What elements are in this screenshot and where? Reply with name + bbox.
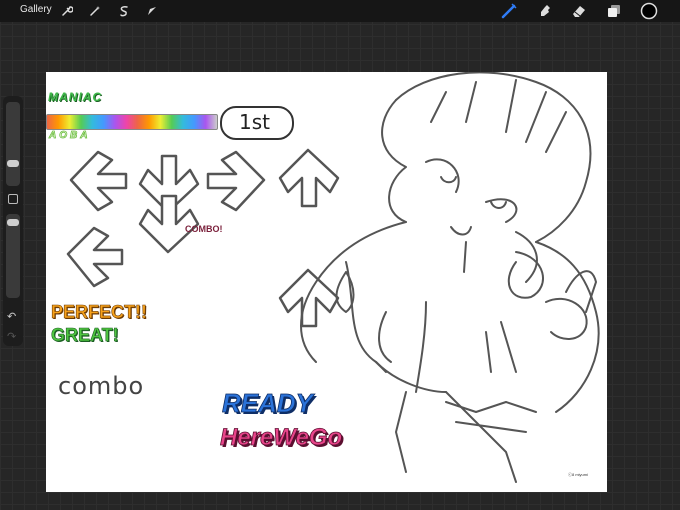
- brush-size-slider[interactable]: [6, 102, 20, 186]
- opacity-slider-thumb[interactable]: [7, 219, 19, 226]
- up-arrow-icon: [278, 148, 340, 208]
- ready-label: READY: [222, 388, 314, 419]
- left-arrow-icon: [69, 150, 128, 212]
- eraser-icon[interactable]: [570, 2, 588, 20]
- left-sidebar: ↶ ↷: [3, 96, 23, 346]
- transform-arrow-icon[interactable]: [143, 2, 161, 20]
- brush-size-slider-thumb[interactable]: [7, 160, 19, 167]
- opacity-slider[interactable]: [6, 214, 20, 298]
- eyedropper-button[interactable]: [8, 194, 18, 204]
- magic-wand-icon[interactable]: [86, 2, 104, 20]
- color-swatch-icon[interactable]: [640, 2, 658, 20]
- top-toolbar: Gallery: [0, 0, 680, 22]
- layers-icon[interactable]: [605, 2, 623, 20]
- redo-icon[interactable]: ↷: [7, 330, 16, 343]
- wrench-icon[interactable]: [58, 2, 76, 20]
- undo-icon[interactable]: ↶: [7, 310, 16, 323]
- brush-icon[interactable]: [500, 2, 518, 20]
- great-judge-label: GREAT!: [51, 325, 119, 346]
- right-arrow-icon: [206, 150, 266, 212]
- left-arrow-icon: [66, 226, 124, 288]
- combo-popup-label: COMBO!: [185, 224, 223, 234]
- character-sketch: [300, 72, 600, 483]
- combo-handwritten-label: combo: [58, 372, 145, 400]
- signature-label: ⓒ8 miyumi: [568, 472, 589, 477]
- smudge-icon[interactable]: [536, 2, 554, 20]
- up-arrow-icon: [278, 268, 340, 328]
- gallery-button[interactable]: Gallery: [20, 4, 52, 15]
- perfect-judge-label: PERFECT!!: [51, 302, 148, 323]
- here-we-go-label: HereWeGo: [220, 424, 343, 452]
- selection-icon[interactable]: [115, 2, 133, 20]
- drawing-canvas[interactable]: MANIAC AOBA 1st COMBO! PERFECT!! GREAT! …: [46, 72, 607, 492]
